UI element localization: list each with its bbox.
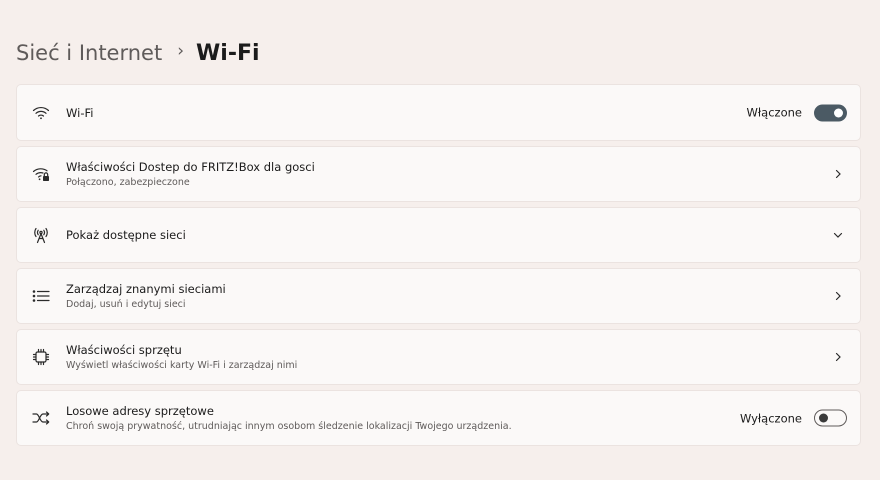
chevron-right-icon: [832, 168, 844, 180]
manage-networks-desc: Dodaj, usuń i edytuj sieci: [66, 299, 186, 310]
show-networks-title: Pokaż dostępne sieci: [66, 228, 186, 242]
wifi-state-label: Włączone: [746, 105, 802, 120]
hardware-properties-desc: Wyświetl właściwości karty Wi-Fi i zarzą…: [66, 360, 298, 371]
manage-networks-title: Zarządzaj znanymi sieciami: [66, 282, 226, 296]
random-mac-title: Losowe adresy sprzętowe: [66, 404, 214, 418]
network-properties-title: Właściwości Dostep do FRITZ!Box dla gosc…: [66, 160, 315, 174]
wifi-toggle[interactable]: [814, 104, 847, 121]
wifi-row[interactable]: Wi-Fi Włączone: [16, 84, 861, 141]
chevron-right-icon: [832, 290, 844, 302]
page-title: Wi-Fi: [196, 40, 260, 66]
random-mac-row[interactable]: Losowe adresy sprzętowe Chroń swoją pryw…: [16, 390, 861, 446]
random-mac-state-label: Wyłączone: [739, 411, 802, 425]
shuffle-icon: [31, 408, 51, 428]
network-properties-row[interactable]: Właściwości Dostep do FRITZ!Box dla gosc…: [16, 146, 861, 202]
breadcrumb: Sieć i Internet › Wi-Fi: [16, 36, 260, 70]
network-properties-status: Połączono, zabezpieczone: [66, 177, 190, 188]
breadcrumb-separator: ›: [177, 41, 185, 61]
random-mac-desc: Chroń swoją prywatność, utrudniając inny…: [66, 421, 512, 432]
hardware-properties-row[interactable]: Właściwości sprzętu Wyświetl właściwości…: [16, 329, 861, 385]
chip-icon: [31, 347, 51, 367]
breadcrumb-parent[interactable]: Sieć i Internet: [16, 41, 162, 65]
chevron-down-icon: [832, 229, 844, 241]
wifi-icon: [31, 103, 51, 123]
show-networks-row[interactable]: Pokaż dostępne sieci: [16, 207, 861, 263]
hardware-properties-title: Właściwości sprzętu: [66, 343, 182, 357]
wifi-lock-icon: [31, 164, 51, 184]
chevron-right-icon: [832, 351, 844, 363]
wifi-row-title: Wi-Fi: [66, 105, 94, 120]
random-mac-toggle[interactable]: [814, 409, 847, 427]
manage-networks-row[interactable]: Zarządzaj znanymi sieciami Dodaj, usuń i…: [16, 268, 861, 324]
antenna-icon: [31, 225, 51, 245]
list-icon: [31, 286, 51, 306]
